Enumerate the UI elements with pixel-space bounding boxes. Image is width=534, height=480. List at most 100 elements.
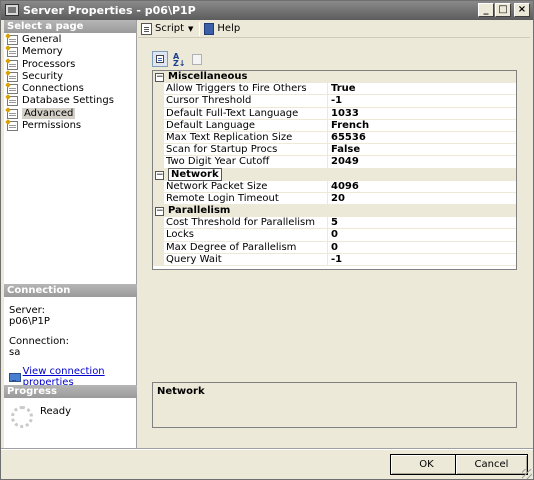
property-pages-icon — [192, 54, 202, 65]
property-name[interactable]: Allow Triggers to Fire Others — [164, 83, 328, 95]
property-name[interactable]: Max Degree of Parallelism — [164, 241, 328, 253]
property-row[interactable]: Default Full-Text Language 1033 — [153, 107, 516, 120]
page-item-processors[interactable]: Processors — [4, 59, 136, 71]
collapse-icon[interactable]: − — [155, 73, 164, 82]
property-row[interactable]: Network Packet Size 4096 — [153, 180, 516, 193]
property-row[interactable]: Locks 0 — [153, 229, 516, 242]
property-name[interactable]: Query Wait — [164, 253, 328, 265]
page-item-memory[interactable]: Memory — [4, 46, 136, 58]
property-value[interactable]: -1 — [328, 254, 516, 265]
help-button[interactable]: Help — [204, 22, 241, 35]
property-row[interactable]: Allow Triggers to Fire Others True — [153, 83, 516, 96]
collapse-icon[interactable]: − — [155, 170, 164, 180]
property-value[interactable]: False — [328, 144, 516, 155]
property-row[interactable]: Max Text Replication Size 65536 — [153, 131, 516, 145]
property-value[interactable]: 20 — [328, 193, 516, 204]
property-name[interactable]: Scan for Startup Procs — [164, 144, 328, 156]
chevron-down-icon[interactable]: ▼ — [188, 25, 193, 33]
resize-grip-icon[interactable] — [522, 469, 532, 479]
property-name[interactable]: Max Text Replication Size — [164, 131, 328, 144]
toolbar: Script ▼ Help — [138, 20, 530, 38]
description-panel: Network — [152, 382, 517, 428]
property-row[interactable]: Scan for Startup Procs False — [153, 144, 516, 157]
property-row[interactable]: Two Digit Year Cutoff 2049 — [153, 156, 516, 169]
maximize-button[interactable]: □ — [495, 3, 511, 17]
property-value[interactable]: 0 — [328, 242, 516, 253]
help-label: Help — [217, 23, 241, 34]
property-value[interactable]: 0 — [328, 229, 516, 240]
toolbar-separator — [199, 21, 201, 36]
property-name[interactable]: Cursor Threshold — [164, 95, 328, 107]
row-gutter — [153, 119, 164, 131]
category-label: Network — [168, 167, 222, 181]
categorized-button[interactable] — [152, 51, 168, 67]
ok-button[interactable]: OK — [390, 454, 463, 475]
property-page-icon — [7, 71, 18, 82]
page-item-label: Processors — [22, 58, 76, 70]
collapse-icon[interactable]: − — [155, 207, 164, 217]
property-value[interactable]: 4096 — [328, 181, 516, 192]
row-gutter — [153, 95, 164, 107]
title-bar[interactable]: Server Properties - p06\P1P _ □ × — [1, 1, 533, 20]
property-row[interactable]: Query Wait -1 — [153, 253, 516, 266]
property-page-icon — [7, 96, 18, 107]
property-name[interactable]: Remote Login Timeout — [164, 192, 328, 205]
property-name[interactable]: Network Packet Size — [164, 180, 328, 192]
page-item-security[interactable]: Security — [4, 71, 136, 83]
page-item-advanced[interactable]: Advanced — [4, 107, 136, 120]
property-value[interactable]: 1033 — [328, 108, 516, 119]
server-properties-dialog: Server Properties - p06\P1P _ □ × Select… — [0, 0, 534, 480]
progress-spinner-icon — [11, 406, 33, 428]
property-name[interactable]: Cost Threshold for Parallelism — [164, 217, 328, 229]
select-page-header: Select a page — [4, 20, 136, 33]
property-row[interactable]: Cost Threshold for Parallelism 5 — [153, 217, 516, 230]
page-item-general[interactable]: General — [4, 34, 136, 46]
cancel-button[interactable]: Cancel — [455, 454, 528, 475]
page-item-label: General — [22, 34, 62, 45]
property-value[interactable]: 2049 — [328, 156, 516, 167]
property-row[interactable]: Remote Login Timeout 20 — [153, 192, 516, 206]
connection-header: Connection — [4, 284, 137, 297]
page-list: General Memory Processors Security Connectio… — [4, 33, 136, 132]
page-item-connections[interactable]: Connections — [4, 83, 136, 95]
server-label: Server: — [9, 305, 45, 316]
page-item-label: Memory — [22, 46, 63, 58]
property-value[interactable]: True — [328, 83, 516, 94]
property-row[interactable]: Default Language French — [153, 119, 516, 132]
property-value[interactable]: -1 — [328, 95, 516, 106]
row-gutter — [153, 107, 164, 119]
property-row[interactable]: Cursor Threshold -1 — [153, 95, 516, 108]
property-value[interactable]: 5 — [328, 217, 516, 228]
property-name[interactable]: Default Language — [164, 119, 328, 131]
page-item-label: Security — [22, 70, 64, 82]
script-button[interactable]: Script ▼ — [141, 22, 193, 35]
category-parallelism[interactable]: − Parallelism — [153, 205, 516, 218]
property-page-icon — [7, 84, 18, 95]
property-name[interactable]: Default Full-Text Language — [164, 107, 328, 119]
property-page-icon — [7, 47, 18, 58]
row-gutter — [153, 253, 164, 265]
property-name[interactable]: Two Digit Year Cutoff — [164, 156, 328, 168]
close-button[interactable]: × — [514, 3, 530, 17]
property-value[interactable]: 65536 — [328, 132, 516, 143]
minimize-button[interactable]: _ — [478, 3, 494, 17]
alphabetical-button[interactable]: A Z↓ — [170, 51, 186, 68]
page-item-database-settings[interactable]: Database Settings — [4, 95, 136, 107]
property-row[interactable]: Max Degree of Parallelism 0 — [153, 241, 516, 254]
script-label: Script — [155, 23, 185, 34]
property-name[interactable]: Locks — [164, 229, 328, 241]
row-gutter — [153, 229, 164, 241]
category-miscellaneous[interactable]: − Miscellaneous — [153, 71, 516, 84]
category-network[interactable]: − Network — [153, 167, 516, 181]
row-gutter — [153, 180, 164, 192]
property-grid-toolbar: A Z↓ — [152, 51, 204, 68]
row-gutter — [153, 217, 164, 229]
progress-section: Progress Ready — [4, 385, 137, 448]
progress-status: Ready — [40, 406, 72, 417]
connection-section: Connection Server: p06\P1P Connection: s… — [4, 284, 137, 388]
property-page-icon — [7, 108, 18, 119]
page-item-permissions[interactable]: Permissions — [4, 120, 136, 132]
progress-header: Progress — [4, 385, 137, 398]
property-page-icon — [7, 121, 18, 132]
property-value[interactable]: French — [328, 120, 516, 131]
